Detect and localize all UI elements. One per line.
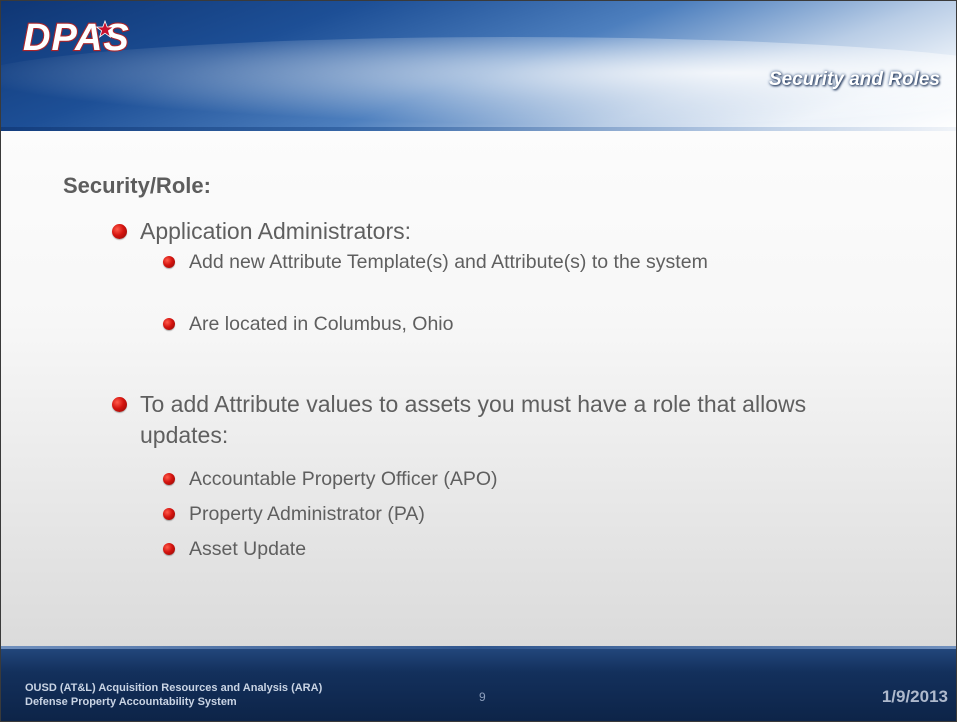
footer-org-line1: OUSD (AT&L) Acquisition Resources and An… bbox=[25, 682, 323, 694]
bullet-add-attribute-values: To add Attribute values to assets you mu… bbox=[112, 389, 882, 451]
subbullet-add-attribute-templates: Add new Attribute Template(s) and Attrib… bbox=[163, 249, 823, 275]
dpas-logo-icon: DPAS bbox=[22, 16, 130, 59]
section-title: Security and Roles bbox=[768, 69, 940, 90]
bullet-text: Add new Attribute Template(s) and Attrib… bbox=[189, 251, 708, 273]
bullet-text: Application Administrators: bbox=[140, 218, 412, 244]
subbullet-apo: Accountable Property Officer (APO) bbox=[163, 466, 823, 492]
bullet-text: Property Administrator (PA) bbox=[189, 503, 425, 525]
bullet-text: Are located in Columbus, Ohio bbox=[189, 313, 454, 335]
bullet-application-administrators: Application Administrators: bbox=[112, 216, 872, 247]
red-bullet-icon bbox=[112, 224, 127, 239]
slide-header: DPAS Security and Roles bbox=[1, 1, 956, 131]
red-bullet-icon bbox=[163, 508, 175, 520]
footer-date: 1/9/2013 bbox=[881, 687, 948, 706]
subbullet-asset-update: Asset Update bbox=[163, 536, 823, 562]
subbullet-pa: Property Administrator (PA) bbox=[163, 501, 823, 527]
header-divider bbox=[1, 127, 956, 131]
dpas-logo-text: DPAS bbox=[23, 17, 130, 59]
red-bullet-icon bbox=[112, 397, 127, 412]
red-bullet-icon bbox=[163, 473, 175, 485]
bullet-text: Accountable Property Officer (APO) bbox=[189, 468, 498, 490]
subbullet-columbus-ohio: Are located in Columbus, Ohio bbox=[163, 311, 823, 337]
red-bullet-icon bbox=[163, 318, 175, 330]
footer-divider bbox=[1, 646, 956, 649]
bullet-text: Asset Update bbox=[189, 538, 307, 560]
footer-org-line2: Defense Property Accountability System bbox=[25, 696, 237, 708]
content-heading: Security/Role: bbox=[63, 173, 211, 198]
dpas-logo: DPAS bbox=[19, 15, 149, 59]
page-number: 9 bbox=[479, 690, 486, 704]
red-bullet-icon bbox=[163, 543, 175, 555]
footer-organization: OUSD (AT&L) Acquisition Resources and An… bbox=[25, 681, 322, 709]
slide: DPAS Security and Roles Security/Role: A… bbox=[0, 0, 957, 722]
bullet-text: To add Attribute values to assets you mu… bbox=[140, 391, 807, 448]
slide-footer: OUSD (AT&L) Acquisition Resources and An… bbox=[1, 646, 956, 721]
red-bullet-icon bbox=[163, 256, 175, 268]
